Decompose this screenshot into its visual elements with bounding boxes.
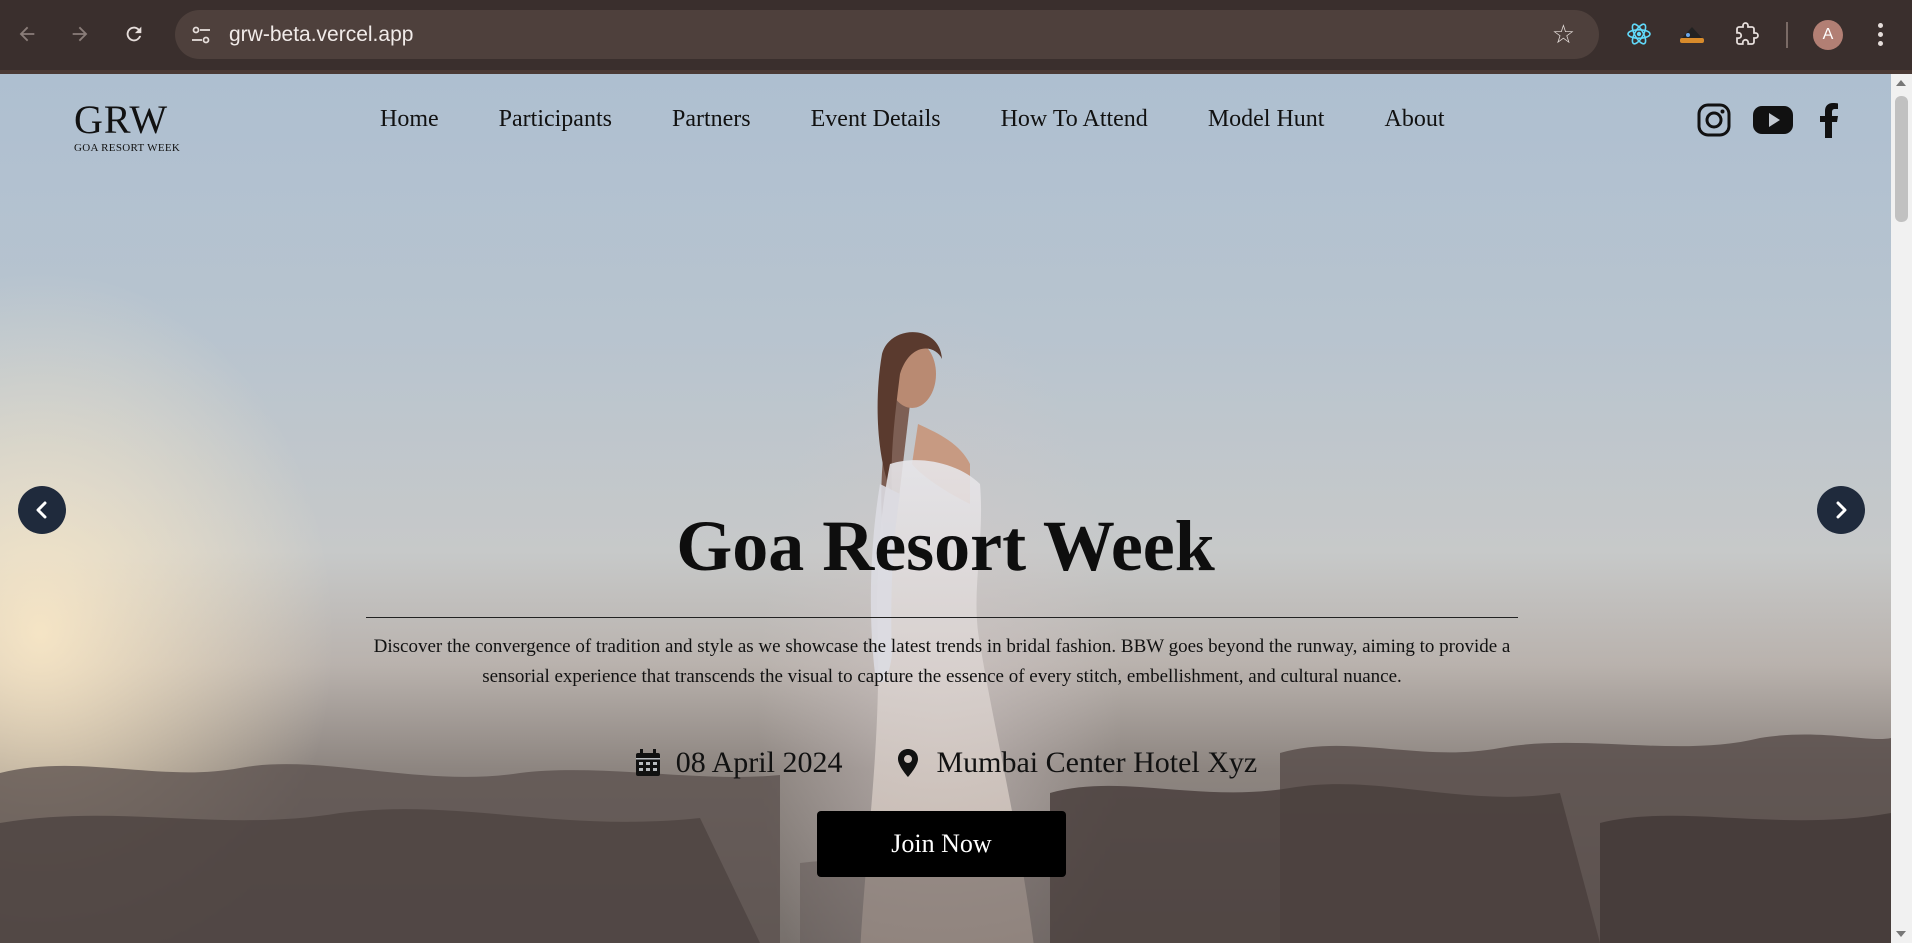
url-text[interactable]: grw-beta.vercel.app <box>229 23 413 47</box>
address-bar[interactable]: grw-beta.vercel.app ☆ <box>175 10 1599 59</box>
youtube-icon[interactable] <box>1753 100 1793 140</box>
puzzle-icon[interactable] <box>1731 18 1763 50</box>
scroll-up-icon[interactable] <box>1896 80 1906 86</box>
main-nav: Home Participants Partners Event Details… <box>380 106 1504 133</box>
nav-about[interactable]: About <box>1384 106 1444 133</box>
star-icon[interactable]: ☆ <box>1552 20 1575 50</box>
event-location-text: Mumbai Center Hotel Xyz <box>936 746 1258 779</box>
profile-avatar[interactable]: A <box>1813 20 1843 50</box>
nav-model-hunt[interactable]: Model Hunt <box>1208 106 1325 133</box>
scrollbar-thumb[interactable] <box>1895 96 1908 222</box>
nav-event-details[interactable]: Event Details <box>811 106 941 133</box>
instagram-icon[interactable] <box>1694 100 1734 140</box>
reload-icon <box>126 26 142 42</box>
forward-button[interactable] <box>64 18 96 50</box>
toolbar-divider <box>1786 22 1788 48</box>
arrow-right-icon <box>72 26 88 42</box>
nav-home[interactable]: Home <box>380 106 439 133</box>
event-location: Mumbai Center Hotel Xyz <box>894 746 1257 780</box>
hero-title: Goa Resort Week <box>676 506 1215 586</box>
nav-how-to-attend[interactable]: How To Attend <box>1001 106 1148 133</box>
site-logo[interactable]: GRW GOA RESORT WEEK <box>74 97 181 155</box>
facebook-icon[interactable] <box>1809 100 1849 140</box>
logo-title: GRW <box>74 97 169 142</box>
nav-partners[interactable]: Partners <box>672 106 751 133</box>
react-devtools-icon[interactable] <box>1623 18 1655 50</box>
browser-toolbar: grw-beta.vercel.app ☆ A <box>0 0 1912 70</box>
logo-subtitle: GOA RESORT WEEK <box>74 142 181 154</box>
back-button[interactable] <box>11 18 43 50</box>
extension-hat-icon[interactable] <box>1676 18 1708 50</box>
nav-participants[interactable]: Participants <box>499 106 612 133</box>
arrow-left-icon <box>19 26 35 42</box>
join-now-button[interactable]: Join Now <box>817 811 1066 877</box>
site-header: GRW GOA RESORT WEEK Home Participants Pa… <box>0 74 1891 184</box>
event-date-text: 08 April 2024 <box>675 746 843 779</box>
event-date: 08 April 2024 <box>634 746 843 780</box>
tune-icon[interactable] <box>189 23 213 47</box>
calendar-icon <box>634 748 662 778</box>
reload-button[interactable] <box>118 18 150 50</box>
hero-description: Discover the convergence of tradition an… <box>373 636 1511 687</box>
scroll-down-icon[interactable] <box>1896 931 1906 937</box>
page-scrollbar[interactable] <box>1891 74 1912 943</box>
map-pin-icon <box>894 748 922 778</box>
event-meta: 08 April 2024 Mumbai Center Hotel Xyz <box>0 746 1891 780</box>
kebab-menu-icon[interactable] <box>1868 18 1892 50</box>
page-viewport: GRW GOA RESORT WEEK Home Participants Pa… <box>0 74 1891 943</box>
hero-divider <box>366 617 1518 618</box>
